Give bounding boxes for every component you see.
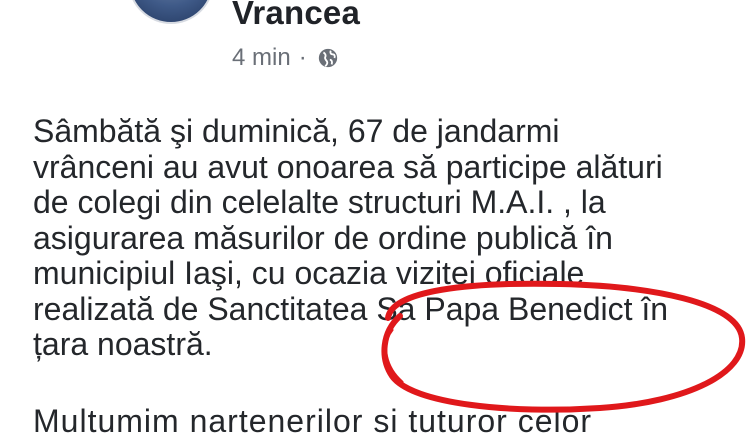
- post-line: de colegi din celelalte structuri M.A.I.…: [33, 185, 606, 220]
- globe-icon[interactable]: [317, 47, 339, 69]
- post-line: Sâmbătă şi duminică, 67 de jandarmi: [33, 114, 560, 149]
- post-timestamp[interactable]: 4 min: [232, 44, 291, 72]
- post-line: asigurarea măsurilor de ordine publică î…: [33, 220, 613, 256]
- post-line: municipiul Iaşi, cu ocazia vizitei ofici…: [33, 256, 585, 291]
- post-line: realizată de Sanctitatea Sa Papa Benedic…: [33, 291, 669, 327]
- page-name[interactable]: Vrancea: [232, 0, 360, 32]
- post-line-cut-off: Multumim nartenerilor si tuturor celor: [33, 403, 593, 439]
- post-line: țara noastră.: [33, 327, 213, 362]
- post-text: Sâmbătă şi duminică, 67 de jandarmi vrân…: [33, 114, 733, 363]
- post-line: vrânceni au avut onoarea să participe al…: [33, 149, 663, 185]
- post-meta: 4 min ·: [232, 44, 339, 72]
- page-avatar[interactable]: [128, 0, 214, 24]
- meta-separator: ·: [298, 44, 307, 71]
